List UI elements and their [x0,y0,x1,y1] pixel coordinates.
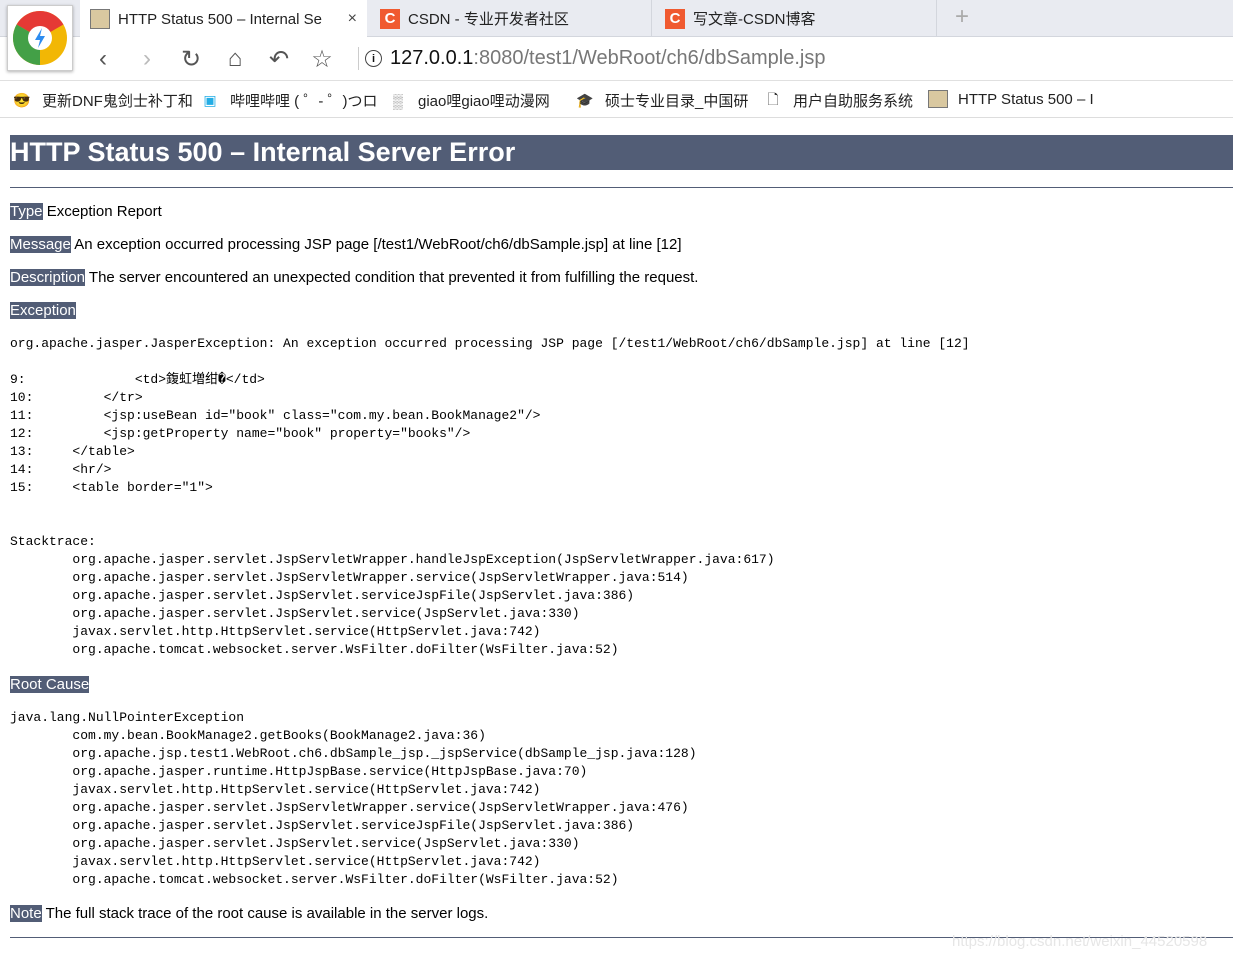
exception-line: Exception [10,301,1233,320]
tab-bar: HTTP Status 500 – Internal Se × C CSDN -… [0,0,1233,71]
type-label: Type [10,203,43,220]
bookmark-label: 哔哩哔哩 ( ゜- ゜)つロ [230,93,378,110]
undo-icon[interactable]: ↶ [264,45,294,74]
root-cause-line: Root Cause [10,675,1233,694]
bilibili-icon: ▣ [203,92,217,108]
tab-title: HTTP Status 500 – Internal Se [118,10,323,28]
page-icon: 🗋 [767,90,779,107]
divider [10,187,1233,188]
bookmark-favicon-icon: 😎 [13,92,31,108]
home-icon[interactable]: ⌂ [220,45,250,73]
bookmark-label: 用户自助服务系统 [793,93,914,110]
url-host: 127.0.0.1 [390,47,474,69]
bookmark-item[interactable]: 😎 更新DNF鬼剑士补丁和 [12,90,193,111]
bookmark-item[interactable]: 🗋 用户自助服务系统 [763,90,913,111]
bookmark-label: 硕士专业目录_中国研 [605,93,749,110]
note-value: The full stack trace of the root cause i… [41,905,489,922]
csdn-icon: C [380,8,400,29]
bookmark-label: giao哩giao哩动漫网 [418,93,550,110]
type-value: Exception Report [42,203,162,220]
tab-title: CSDN - 专业开发者社区 [408,11,569,28]
message-line: Message An exception occurred processing… [10,235,1233,254]
browser-logo-icon [12,10,67,66]
message-label: Message [10,236,71,253]
description-value: The server encountered an unexpected con… [85,269,699,286]
exception-label: Exception [10,302,76,319]
bookmark-favicon-icon: ▒ [393,92,403,109]
description-line: Description The server encountered an un… [10,268,1233,287]
note-label: Note [10,905,42,922]
tab-http-status[interactable]: HTTP Status 500 – Internal Se × [80,0,367,38]
tomcat-icon [90,9,110,29]
back-icon[interactable]: ‹ [88,45,118,73]
forward-icon[interactable]: › [132,45,162,73]
bookmark-item[interactable]: ▣ 哔哩哔哩 ( ゜- ゜)つロ [200,90,378,111]
bookmark-label: 更新DNF鬼剑士补丁和 [42,93,193,110]
root-cause-label: Root Cause [10,676,90,693]
address-bar[interactable]: i 127.0.0.1:8080/test1/WebRoot/ch6/dbSam… [358,47,826,70]
csdn-icon: C [665,8,685,29]
exception-stacktrace: org.apache.jasper.JasperException: An ex… [10,336,970,657]
type-line: Type Exception Report [10,202,1233,221]
bookmark-item[interactable]: HTTP Status 500 – I [928,90,1094,108]
tab-csdn[interactable]: C CSDN - 专业开发者社区 [370,0,652,37]
bookmarks-bar: 😎 更新DNF鬼剑士补丁和 ▣ 哔哩哔哩 ( ゜- ゜)つロ ▒ giao哩giao哩… [0,81,1233,118]
url-path: :8080/test1/WebRoot/ch6/dbSample.jsp [473,47,826,69]
message-value: An exception occurred processing JSP pag… [70,236,682,253]
browser-logo[interactable] [7,5,73,71]
page-title: HTTP Status 500 – Internal Server Error [10,135,1233,170]
description-label: Description [10,269,86,286]
error-page: HTTP Status 500 – Internal Server Error … [10,135,1233,938]
graduation-cap-icon: 🎓 [576,92,594,108]
nav-bar: ‹ › ↻ ⌂ ↶ ☆ i 127.0.0.1:8080/test1/WebRo… [0,37,1233,81]
reload-icon[interactable]: ↻ [176,45,206,74]
bookmark-item[interactable]: 🎓 硕士专业目录_中国研 [575,90,748,111]
root-cause-stacktrace: java.lang.NullPointerException com.my.be… [10,710,697,887]
note-line: Note The full stack trace of the root ca… [10,904,1233,923]
tab-title: 写文章-CSDN博客 [693,11,816,28]
info-icon[interactable]: i [365,50,382,67]
close-tab-icon[interactable]: × [348,10,357,28]
bookmark-item[interactable]: ▒ giao哩giao哩动漫网 [388,90,550,111]
tab-csdn-blog[interactable]: C 写文章-CSDN博客 [655,0,937,37]
bookmark-label: HTTP Status 500 – I [958,90,1094,108]
tomcat-icon [928,90,948,108]
star-icon[interactable]: ☆ [307,45,337,74]
new-tab-button[interactable]: + [955,3,969,31]
watermark: https://blog.csdn.net/weixin_44520598 [952,933,1208,950]
